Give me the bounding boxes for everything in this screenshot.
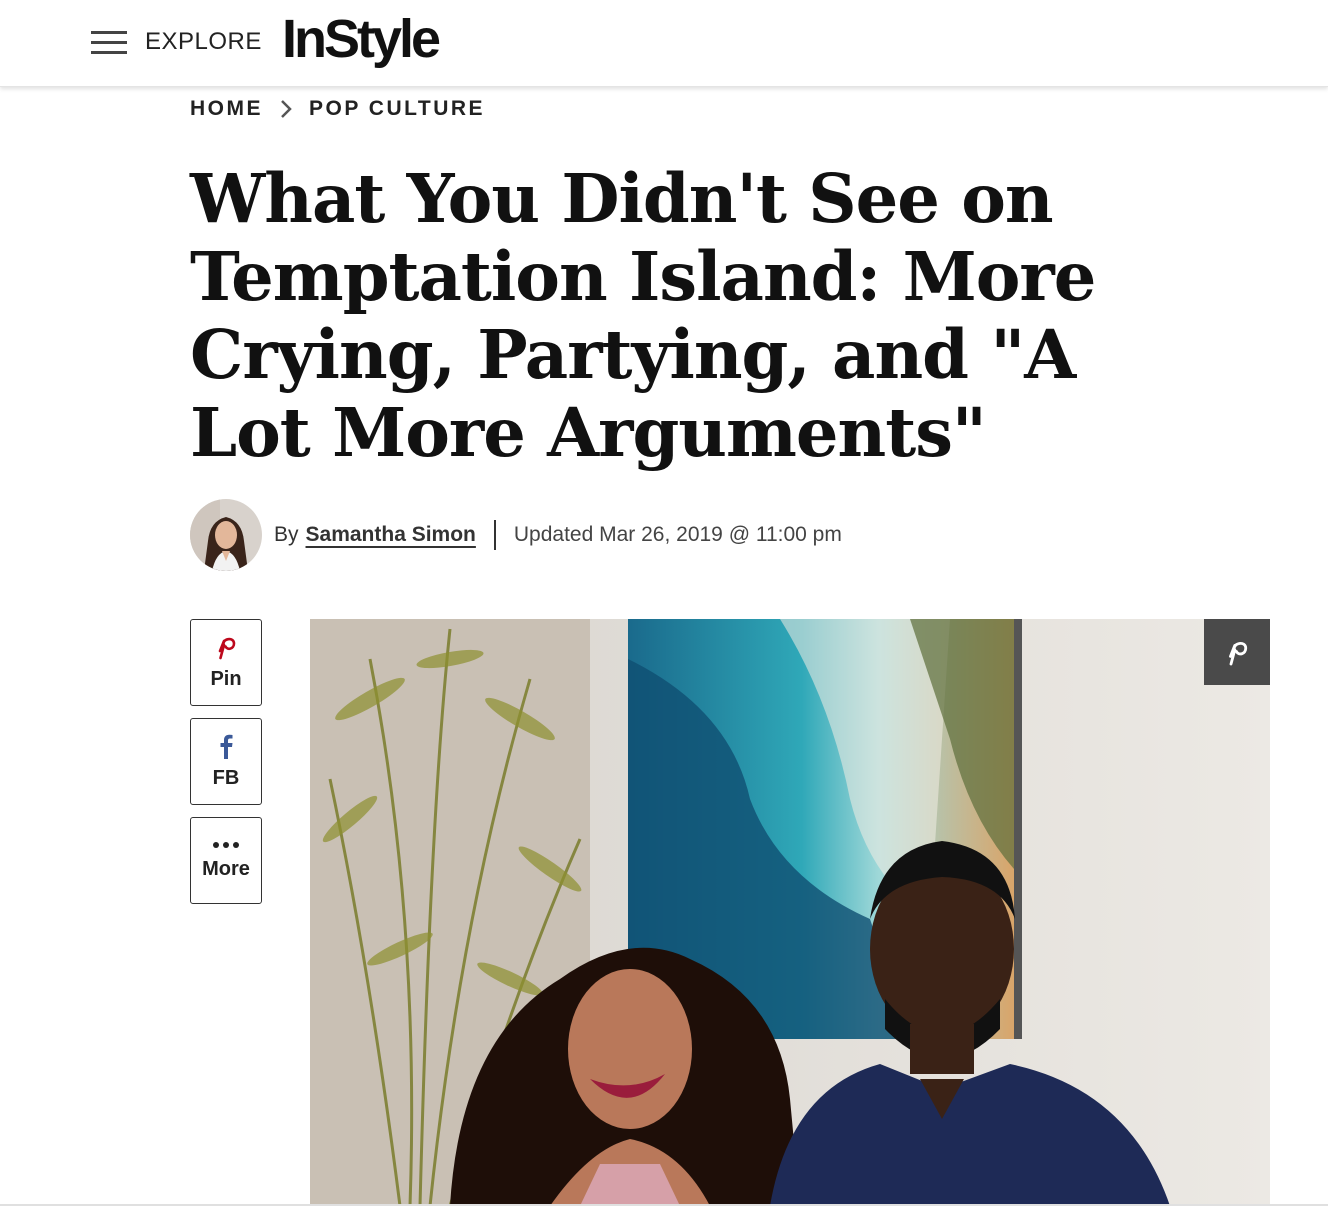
share-pin-button[interactable]: Pin [190,619,262,706]
share-facebook-button[interactable]: FB [190,718,262,805]
breadcrumb: HOME POP CULTURE [190,95,485,123]
share-pin-label: Pin [210,668,242,690]
pin-image-button[interactable] [1204,619,1270,685]
explore-link[interactable]: EXPLORE [145,28,262,56]
share-more-button[interactable]: More [190,817,262,904]
updated-date: Updated Mar 26, 2019 @ 11:00 pm [513,523,842,546]
breadcrumb-pop-culture[interactable]: POP CULTURE [309,97,485,121]
author-link[interactable]: Samantha Simon [306,523,476,547]
byline-prefix: By [274,523,299,546]
author-avatar[interactable] [190,499,262,571]
pinterest-icon [1229,642,1248,666]
byline: By Samantha Simon Updated Mar 26, 2019 @… [190,498,842,572]
facebook-icon [220,734,233,759]
more-dots-icon [213,842,239,848]
instyle-logo[interactable]: InStyle [282,8,441,70]
byline-divider [493,520,496,550]
pinterest-icon [218,637,236,660]
article-title: What You Didn't See on Temptation Island… [190,159,1096,472]
hamburger-menu-icon[interactable] [91,30,127,54]
chevron-right-icon [273,99,299,119]
site-header: EXPLORE InStyle [0,0,1328,87]
hero-image [310,619,1270,1206]
share-more-label: More [202,858,250,880]
share-fb-label: FB [212,767,240,789]
breadcrumb-home[interactable]: HOME [190,97,263,121]
